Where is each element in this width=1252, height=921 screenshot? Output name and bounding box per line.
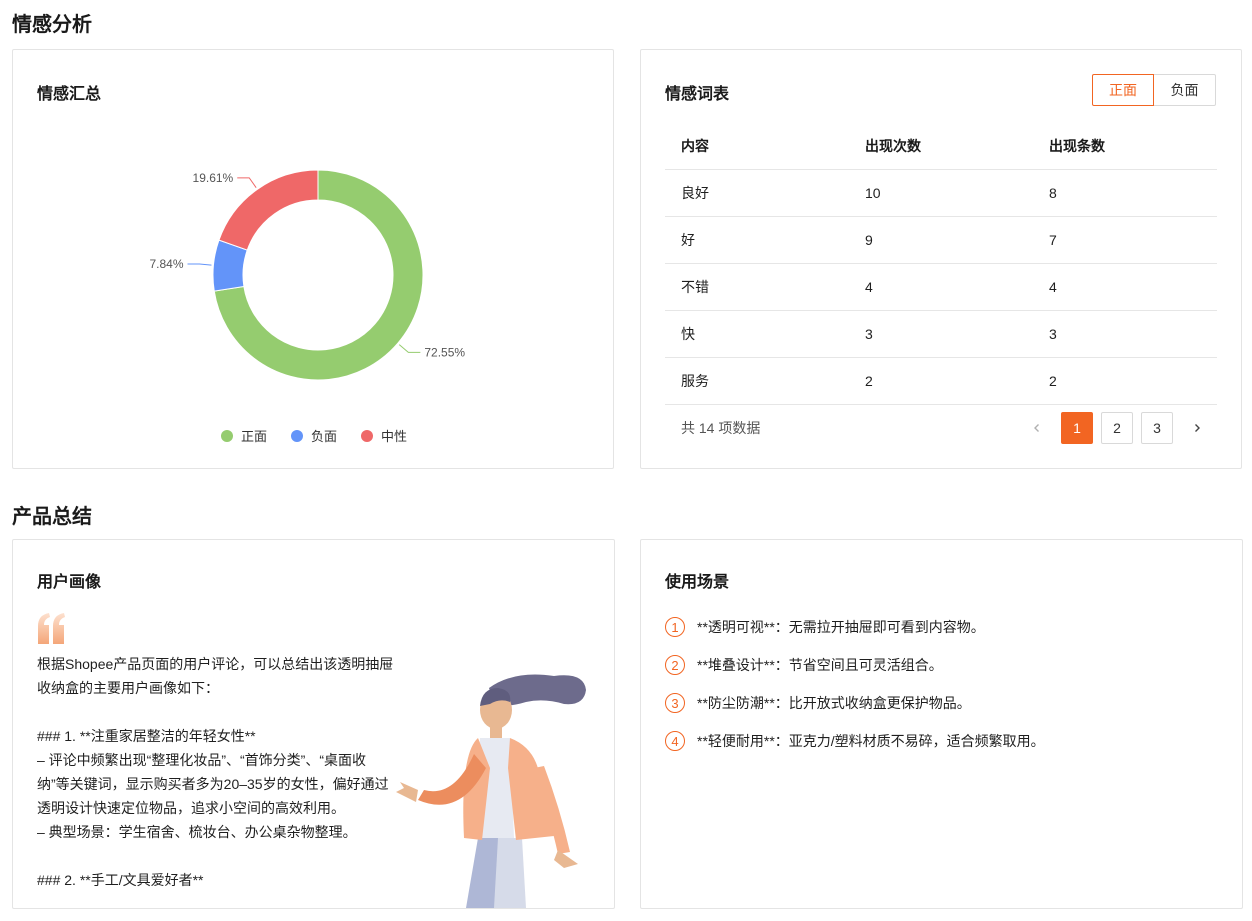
column-header-content: 内容 — [665, 124, 849, 170]
cell-rows: 4 — [1033, 263, 1217, 311]
scenario-list: 1 **透明可视**：无需拉开抽屉即可看到内容物。 2 **堆叠设计**：节省空… — [665, 608, 1045, 760]
sentiment-summary-card: 情感汇总 72.55% 7.84% 19.61% 正面 负面 中性 — [12, 49, 614, 469]
pagination-total: 共 14 项数据 — [681, 420, 761, 436]
wordlist-card-title: 情感词表 — [665, 86, 730, 103]
legend-label-neutral: 中性 — [381, 429, 408, 444]
number-circle-icon: 3 — [665, 693, 685, 713]
cell-count: 9 — [849, 216, 1033, 264]
woman-illustration — [396, 674, 586, 908]
legend-dot-neutral — [361, 429, 374, 442]
legend-dot-negative — [291, 429, 304, 442]
cell-word: 服务 — [665, 357, 849, 405]
cell-word: 不错 — [665, 263, 849, 311]
slice-percent-label: 72.55% — [424, 345, 465, 359]
slice-neutral[interactable] — [218, 169, 319, 251]
label-leader-line — [398, 344, 421, 353]
chevron-right-icon[interactable] — [1181, 412, 1213, 444]
cell-word: 良好 — [665, 169, 849, 217]
usage-scenario-card: 使用场景 1 **透明可视**：无需拉开抽屉即可看到内容物。 2 **堆叠设计*… — [640, 539, 1243, 909]
quote-icon — [38, 613, 65, 644]
scenario-text: **透明可视**：无需拉开抽屉即可看到内容物。 — [697, 619, 985, 635]
table-row: 良好 10 8 — [665, 169, 1217, 217]
number-circle-icon: 2 — [665, 655, 685, 675]
word-table: 内容 出现次数 出现条数 良好 10 8 好 9 7 不错 4 4 快 3 3 … — [665, 124, 1217, 405]
legend-label-positive: 正面 — [241, 429, 268, 444]
cell-word: 快 — [665, 310, 849, 358]
page-button-2[interactable]: 2 — [1101, 412, 1133, 444]
list-item: 3 **防尘防潮**：比开放式收纳盒更保护物品。 — [665, 684, 1045, 722]
number-circle-icon: 4 — [665, 731, 685, 751]
cell-count: 4 — [849, 263, 1033, 311]
persona-card-title: 用户画像 — [37, 574, 102, 591]
table-row: 好 9 7 — [665, 216, 1217, 264]
table-row: 服务 2 2 — [665, 357, 1217, 405]
donut-chart: 72.55% 7.84% 19.61% — [149, 169, 465, 381]
chart-legend: 正面 负面 中性 — [221, 426, 407, 445]
cell-rows: 2 — [1033, 357, 1217, 405]
product-section-title: 产品总结 — [12, 506, 92, 528]
sentiment-wordlist-card: 情感词表 正面 负面 内容 出现次数 出现条数 良好 10 8 好 9 7 不错… — [640, 49, 1242, 469]
list-item: 2 **堆叠设计**：节省空间且可灵活组合。 — [665, 646, 1045, 684]
scenario-text: **轻便耐用**：亚克力/塑料材质不易碎，适合频繁取用。 — [697, 733, 1045, 749]
cell-count: 3 — [849, 310, 1033, 358]
slice-percent-label: 19.61% — [193, 171, 234, 185]
table-row: 不错 4 4 — [665, 263, 1217, 311]
table-row: 快 3 3 — [665, 310, 1217, 358]
chevron-left-icon[interactable] — [1021, 412, 1053, 444]
scenario-card-title: 使用场景 — [665, 574, 730, 591]
legend-dot-positive — [221, 429, 233, 442]
list-item: 1 **透明可视**：无需拉开抽屉即可看到内容物。 — [665, 608, 1045, 646]
cell-count: 2 — [849, 357, 1033, 405]
column-header-rows: 出现条数 — [1033, 124, 1217, 170]
legend-label-negative: 负面 — [311, 429, 338, 444]
page-button-1[interactable]: 1 — [1061, 412, 1093, 444]
legend-item-neutral[interactable]: 中性 — [361, 426, 407, 445]
toggle-negative-button[interactable]: 负面 — [1154, 74, 1216, 106]
page-button-3[interactable]: 3 — [1141, 412, 1173, 444]
toggle-positive-button[interactable]: 正面 — [1092, 74, 1154, 106]
list-item: 4 **轻便耐用**：亚克力/塑料材质不易碎，适合频繁取用。 — [665, 722, 1045, 760]
cell-rows: 8 — [1033, 169, 1217, 217]
label-leader-line — [187, 263, 212, 266]
cell-count: 10 — [849, 169, 1033, 217]
legend-item-negative[interactable]: 负面 — [291, 426, 337, 445]
label-leader-line — [237, 177, 257, 188]
scenario-text: **堆叠设计**：节省空间且可灵活组合。 — [697, 657, 943, 673]
user-persona-card: 用户画像 根据Shopee产品页面的用户评论，可以总结出该透明抽屉收纳盒的主要用… — [12, 539, 615, 909]
table-header-row: 内容 出现次数 出现条数 — [665, 124, 1217, 170]
cell-rows: 7 — [1033, 216, 1217, 264]
sentiment-toggle: 正面 负面 — [1092, 74, 1216, 106]
column-header-count: 出现次数 — [849, 124, 1033, 170]
number-circle-icon: 1 — [665, 617, 685, 637]
scenario-text: **防尘防潮**：比开放式收纳盒更保护物品。 — [697, 695, 971, 711]
sentiment-section-title: 情感分析 — [12, 14, 92, 36]
slice-percent-label: 7.84% — [149, 257, 183, 271]
cell-rows: 3 — [1033, 310, 1217, 358]
cell-word: 好 — [665, 216, 849, 264]
pagination: 共 14 项数据 1 2 3 — [665, 412, 1217, 444]
persona-text: 根据Shopee产品页面的用户评论，可以总结出该透明抽屉收纳盒的主要用户画像如下… — [37, 656, 394, 888]
legend-item-positive[interactable]: 正面 — [221, 426, 267, 445]
